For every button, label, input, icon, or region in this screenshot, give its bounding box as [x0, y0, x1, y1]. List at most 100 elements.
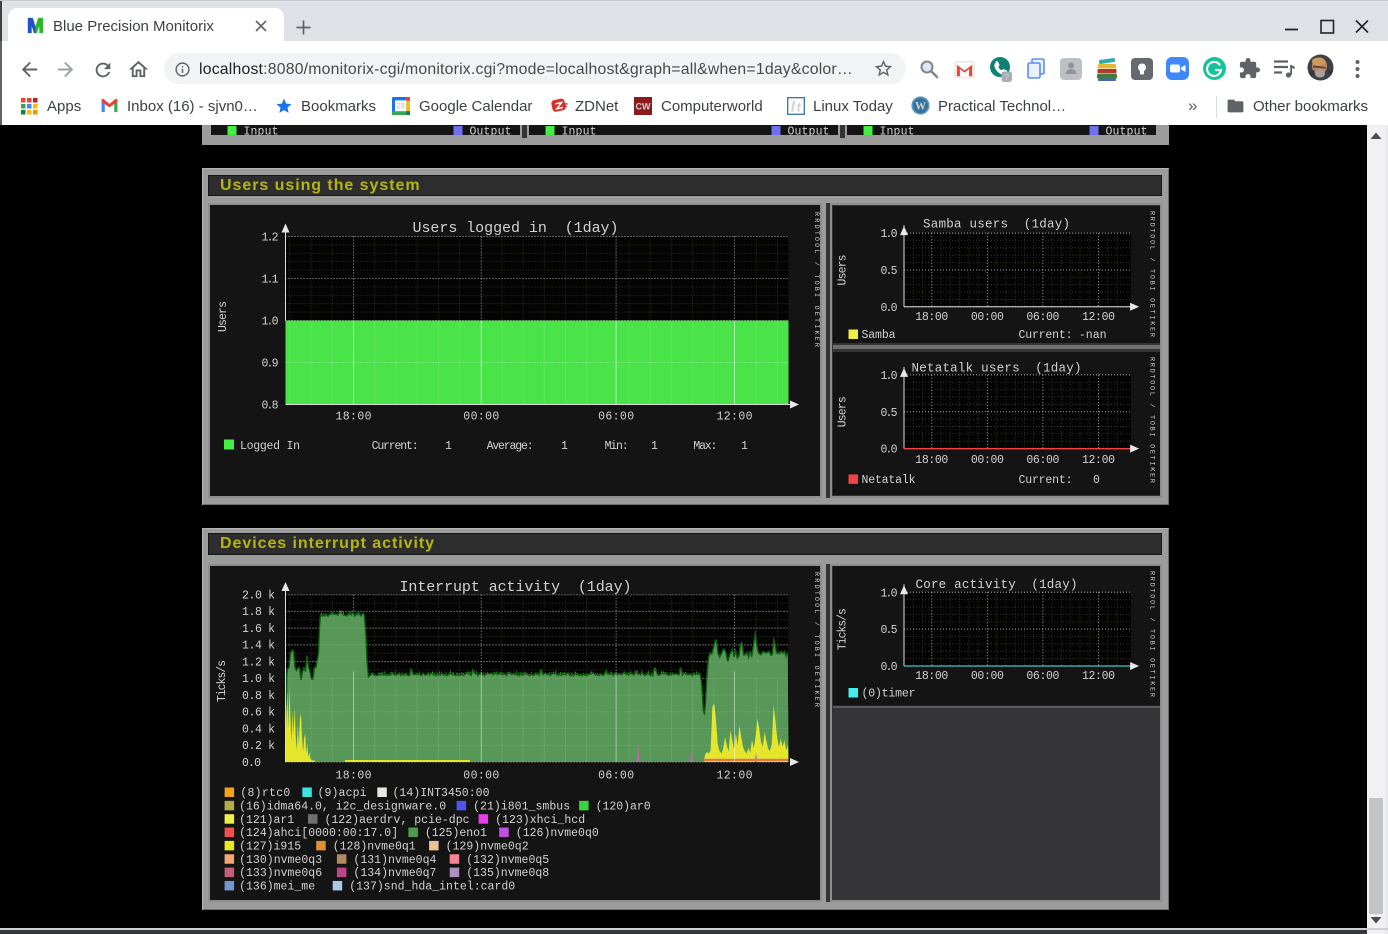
svg-text:1.1: 1.1 — [261, 273, 278, 286]
svg-text:00:00: 00:00 — [970, 454, 1003, 467]
svg-text:W: W — [915, 100, 926, 112]
svg-text:Max:: Max: — [693, 440, 717, 453]
svg-text:06:00: 06:00 — [1026, 454, 1059, 467]
svg-text:12:00: 12:00 — [716, 410, 752, 423]
svg-text:06:00: 06:00 — [598, 770, 634, 783]
svg-text:1.0: 1.0 — [880, 587, 897, 600]
svg-text:1.0 k: 1.0 k — [242, 673, 275, 686]
svg-text:(123)xhci_hcd: (123)xhci_hcd — [495, 814, 585, 827]
svg-text:Input: Input — [562, 125, 597, 136]
svg-text:00:00: 00:00 — [970, 311, 1003, 324]
svg-text:RRDTOOL / TOBI OETIKER: RRDTOOL / TOBI OETIKER — [1147, 571, 1155, 697]
svg-text:(133)nvme0q6: (133)nvme0q6 — [239, 867, 322, 880]
svg-text:12:00: 12:00 — [1082, 670, 1115, 683]
svg-text:(9)acpi: (9)acpi — [317, 787, 366, 800]
svg-text:0.0: 0.0 — [880, 301, 897, 314]
svg-text:1: 1 — [561, 440, 568, 453]
svg-text:Users logged in (1day): Users logged in (1day) — [412, 219, 618, 236]
svg-text:0: 0 — [1093, 474, 1100, 487]
svg-text:00:00: 00:00 — [970, 670, 1003, 683]
svg-text:Logged In: Logged In — [240, 440, 300, 453]
svg-text:-nan: -nan — [1078, 329, 1106, 342]
svg-text:Output: Output — [1106, 125, 1148, 136]
svg-text:(129)nvme0q2: (129)nvme0q2 — [445, 841, 528, 854]
svg-text:(122)aerdrv, pcie-dpc: (122)aerdrv, pcie-dpc — [324, 814, 469, 827]
svg-text:(128)nvme0q1: (128)nvme0q1 — [332, 841, 415, 854]
svg-text:Output: Output — [788, 125, 830, 136]
svg-text:(136)mei_me: (136)mei_me — [239, 881, 315, 894]
svg-text:Ticks/s: Ticks/s — [216, 660, 229, 702]
svg-text:18:00: 18:00 — [335, 410, 371, 423]
svg-text:(132)nvme0q5: (132)nvme0q5 — [466, 854, 549, 867]
svg-text:Interrupt activity (1day): Interrupt activity (1day) — [399, 579, 631, 596]
svg-text:CW: CW — [636, 101, 651, 111]
svg-text:Users: Users — [836, 254, 849, 285]
svg-text:0.8: 0.8 — [261, 399, 278, 412]
svg-text:1.0: 1.0 — [261, 315, 278, 328]
svg-text:RRDTOOL / TOBI OETIKER: RRDTOOL / TOBI OETIKER — [1147, 211, 1155, 337]
svg-text:t: t — [797, 99, 802, 114]
svg-text:(16)idma64.0, i2c_designware.0: (16)idma64.0, i2c_designware.0 — [239, 800, 446, 813]
svg-text:(14)INT3450:00: (14)INT3450:00 — [392, 787, 489, 800]
svg-text:12:00: 12:00 — [716, 770, 752, 783]
svg-text:1.2: 1.2 — [261, 231, 278, 244]
svg-text:Samba users (1day): Samba users (1day) — [923, 217, 1070, 231]
svg-text:18:00: 18:00 — [915, 311, 948, 324]
svg-text:12:00: 12:00 — [1082, 311, 1115, 324]
svg-text:1: 1 — [651, 440, 658, 453]
svg-text:0.8 k: 0.8 k — [242, 690, 275, 703]
svg-text:Netatalk users (1day): Netatalk users (1day) — [911, 362, 1081, 376]
svg-text:?: ? — [1004, 72, 1009, 82]
svg-text:0.4 k: 0.4 k — [242, 723, 275, 736]
svg-text:(0)timer: (0)timer — [861, 688, 915, 701]
svg-text:Ticks/s: Ticks/s — [836, 608, 849, 650]
svg-text:1: 1 — [445, 440, 452, 453]
svg-text:(21)i801_smbus: (21)i801_smbus — [473, 800, 570, 813]
svg-text:00:00: 00:00 — [463, 410, 499, 423]
svg-text:18:00: 18:00 — [915, 670, 948, 683]
svg-text:00:00: 00:00 — [463, 770, 499, 783]
svg-text:0.6 k: 0.6 k — [242, 707, 275, 720]
svg-text:Average:: Average: — [486, 440, 533, 453]
svg-text:(127)i915: (127)i915 — [239, 841, 301, 854]
svg-text:Min:: Min: — [604, 440, 628, 453]
svg-text:06:00: 06:00 — [1026, 670, 1059, 683]
svg-text:28: 28 — [396, 102, 405, 111]
svg-text:(120)ar0: (120)ar0 — [595, 800, 650, 813]
svg-text:(121)ar1: (121)ar1 — [239, 814, 294, 827]
svg-text:0.0: 0.0 — [880, 444, 897, 457]
svg-text:0.5: 0.5 — [880, 407, 897, 420]
svg-text:1.0: 1.0 — [880, 228, 897, 241]
svg-text:Users: Users — [217, 301, 230, 332]
svg-text:(130)nvme0q3: (130)nvme0q3 — [239, 854, 322, 867]
svg-text:18:00: 18:00 — [915, 454, 948, 467]
svg-text:1.8 k: 1.8 k — [242, 606, 275, 619]
svg-text:1: 1 — [741, 440, 748, 453]
svg-text:Samba: Samba — [861, 329, 895, 342]
svg-text:Users: Users — [836, 396, 849, 427]
svg-text:0.9: 0.9 — [261, 357, 278, 370]
svg-text:(137)snd_hda_intel:card0: (137)snd_hda_intel:card0 — [349, 881, 515, 894]
svg-text:Input: Input — [880, 125, 915, 136]
svg-text:(125)eno1: (125)eno1 — [424, 827, 486, 840]
svg-text:Core activity (1day): Core activity (1day) — [915, 578, 1077, 592]
svg-text:(124)ahci[0000:00:17.0]: (124)ahci[0000:00:17.0] — [239, 827, 398, 840]
svg-text:06:00: 06:00 — [598, 410, 634, 423]
svg-text:0.2 k: 0.2 k — [242, 740, 275, 753]
svg-text:0.5: 0.5 — [880, 264, 897, 277]
svg-text:1.0: 1.0 — [880, 370, 897, 383]
svg-text:(131)nvme0q4: (131)nvme0q4 — [353, 854, 436, 867]
svg-text:0.0: 0.0 — [242, 757, 261, 770]
svg-text:Output: Output — [470, 125, 512, 136]
svg-text:Current:: Current: — [1018, 329, 1072, 342]
svg-text:12:00: 12:00 — [1082, 454, 1115, 467]
svg-text:2.0 k: 2.0 k — [242, 590, 275, 603]
svg-text:Input: Input — [244, 125, 279, 136]
svg-text:1.6 k: 1.6 k — [242, 623, 275, 636]
svg-text:1.2 k: 1.2 k — [242, 656, 275, 669]
svg-text:RRDTOOL / TOBI OETIKER: RRDTOOL / TOBI OETIKER — [1147, 357, 1155, 483]
svg-text:0.5: 0.5 — [880, 624, 897, 637]
svg-text:M: M — [27, 16, 44, 35]
svg-text:(135)nvme0q8: (135)nvme0q8 — [466, 867, 549, 880]
svg-text:0.0: 0.0 — [880, 661, 897, 674]
